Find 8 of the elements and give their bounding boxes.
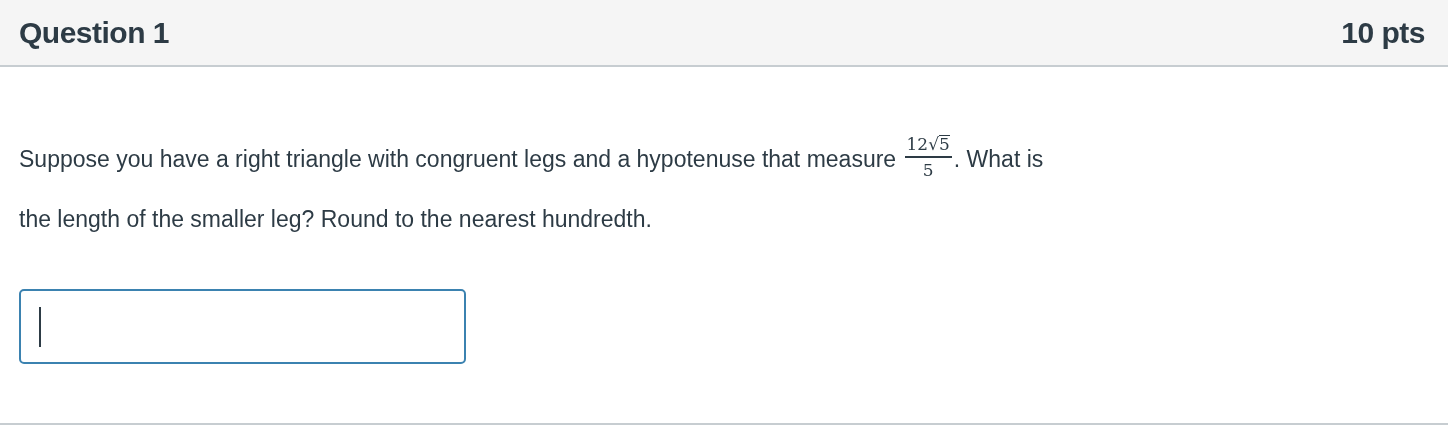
points-label: 10 pts — [1341, 15, 1426, 51]
question-text: . What is — [953, 146, 1044, 172]
question-text: the length of the smaller leg? Round to the nearest hundredth. — [19, 206, 652, 232]
text-caret — [39, 306, 41, 347]
question-text: Suppose you have a right triangle with congruent legs and a hypotenuse that measure — [19, 146, 897, 172]
fraction: 12√5 5 — [904, 134, 952, 179]
question-title: Question 1 — [19, 15, 170, 51]
answer-input-field[interactable] — [19, 289, 466, 364]
